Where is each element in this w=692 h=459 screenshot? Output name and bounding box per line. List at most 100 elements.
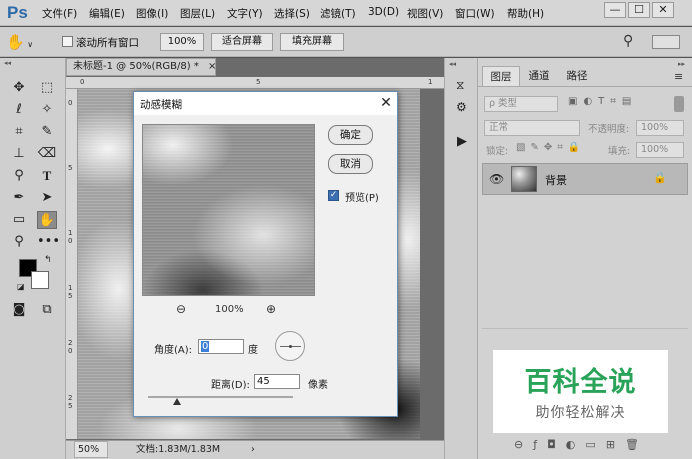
filter-toggle[interactable] — [674, 96, 684, 112]
tab-paths[interactable]: 路径 — [558, 66, 596, 86]
fill-screen-button[interactable]: 填充屏幕 — [280, 33, 344, 51]
move-tool-icon[interactable]: ✥ — [9, 79, 29, 97]
side-dock: ◂◂ ⧖ ⚙ ▶ — [444, 58, 478, 459]
menu-window[interactable]: 窗口(W) — [455, 6, 495, 21]
new-layer-icon[interactable]: ⊞ — [606, 438, 625, 451]
restore-button[interactable]: ☐ — [628, 2, 650, 18]
photoshop-logo: Ps — [7, 3, 28, 22]
close-window-button[interactable]: ✕ — [652, 2, 674, 18]
screen-mode-icon[interactable]: ⧉ — [37, 301, 57, 319]
eyedropper-tool-icon[interactable]: ✎ — [37, 123, 57, 141]
layer-filter-select[interactable]: ρ 类型 — [484, 96, 558, 112]
status-bar: 50% 文档:1.83M/1.83M › — [66, 440, 444, 459]
panel-menu-icon[interactable]: ≡ — [674, 70, 683, 83]
dialog-close-button[interactable]: ✕ — [377, 94, 395, 112]
ruler-mark: 1 — [428, 78, 433, 86]
swap-colors-icon[interactable]: ↰ — [44, 255, 52, 265]
menu-layer[interactable]: 图层(L) — [180, 6, 215, 21]
close-tab-icon[interactable]: × — [208, 61, 216, 72]
lasso-tool-icon[interactable]: ℓ — [9, 101, 29, 119]
angle-label: 角度(A): — [154, 345, 193, 356]
eraser-tool-icon[interactable]: ⌫ — [37, 145, 57, 163]
fill-input[interactable]: 100% — [636, 142, 684, 158]
fx-icon[interactable]: ƒ — [533, 438, 547, 451]
distance-slider-track[interactable] — [148, 396, 293, 398]
history-icon[interactable]: ⧖ — [456, 78, 464, 93]
angle-dial[interactable] — [275, 331, 305, 361]
link-layers-icon[interactable]: ⊖ — [514, 438, 533, 451]
distance-input[interactable]: 45 — [254, 374, 300, 389]
status-menu-icon[interactable]: › — [251, 441, 255, 458]
zoom-tool-icon[interactable]: ⚲ — [9, 233, 29, 251]
ok-button[interactable]: 确定 — [328, 125, 373, 145]
angle-input[interactable]: 0 — [198, 339, 244, 354]
filter-type-icons[interactable]: ▣◐T⌗▤ — [568, 96, 637, 107]
ruler-mark: 2 0 — [68, 339, 73, 355]
hand-tool-icon[interactable]: ✋ — [37, 211, 57, 229]
dodge-tool-icon[interactable]: ⚲ — [9, 167, 29, 185]
panel-expand-icon[interactable]: ▸▸ — [678, 60, 685, 68]
magic-wand-tool-icon[interactable]: ✧ — [37, 101, 57, 119]
menu-image[interactable]: 图像(I) — [136, 6, 168, 21]
menu-help[interactable]: 帮助(H) — [507, 6, 544, 21]
add-mask-icon[interactable]: ◘ — [547, 438, 566, 451]
motion-blur-dialog: 动感模糊 ✕ ⊖ 100% ⊕ 确定 取消 ✓ 预览(P) 角度(A): 0 度… — [133, 91, 398, 417]
menu-edit[interactable]: 编辑(E) — [89, 6, 125, 21]
filter-preview[interactable] — [142, 124, 315, 296]
preview-checkbox[interactable]: ✓ — [328, 190, 339, 201]
search-icon[interactable]: ⚲ — [623, 33, 633, 49]
hand-tool-preset-icon[interactable]: ✋ ∨ — [6, 31, 50, 53]
lock-icons[interactable]: ▧✎✥⌗🔒 — [516, 142, 585, 153]
fit-screen-button[interactable]: 适合屏幕 — [211, 33, 273, 51]
panel-collapse-icon[interactable]: ◂◂ — [4, 59, 11, 67]
workspace-switcher-icon[interactable] — [652, 35, 680, 49]
more-tools-icon[interactable]: ••• — [37, 233, 60, 251]
marquee-tool-icon[interactable]: ⬚ — [37, 79, 57, 97]
dialog-titlebar[interactable]: 动感模糊 ✕ — [134, 92, 397, 115]
distance-slider-thumb[interactable] — [173, 398, 181, 405]
menu-3d[interactable]: 3D(D) — [368, 6, 399, 18]
delete-layer-icon[interactable]: 🗑 — [625, 438, 649, 451]
zoom-level[interactable]: 50% — [74, 441, 108, 458]
scroll-all-windows-checkbox[interactable] — [62, 36, 73, 47]
dock-collapse-icon[interactable]: ◂◂ — [449, 60, 456, 68]
preview-label: 预览(P) — [345, 193, 379, 204]
menu-view[interactable]: 视图(V) — [407, 6, 443, 21]
tab-channels[interactable]: 通道 — [520, 66, 558, 86]
pen-tool-icon[interactable]: ✒ — [9, 189, 29, 207]
angle-unit: 度 — [248, 345, 258, 356]
shape-tool-icon[interactable]: ▭ — [9, 211, 29, 229]
dialog-title: 动感模糊 — [140, 99, 182, 111]
layer-row[interactable]: 👁 背景 🔒 — [482, 163, 688, 195]
type-tool-icon[interactable]: T — [37, 167, 57, 185]
menu-filter[interactable]: 滤镜(T) — [320, 6, 356, 21]
menu-file[interactable]: 文件(F) — [42, 6, 77, 21]
tab-layers[interactable]: 图层 — [482, 66, 520, 86]
zoom-in-icon[interactable]: ⊕ — [266, 302, 276, 316]
minimize-button[interactable]: — — [604, 2, 626, 18]
opacity-input[interactable]: 100% — [636, 120, 684, 136]
document-tab[interactable]: 未标题-1 @ 50%(RGB/8) * × — [66, 58, 216, 76]
quick-mask-icon[interactable]: ◙ — [9, 301, 29, 319]
zoom-out-icon[interactable]: ⊖ — [176, 302, 186, 316]
default-colors-icon[interactable]: ◪ — [17, 282, 25, 291]
adjustment-layer-icon[interactable]: ◐ — [566, 438, 586, 451]
opacity-label: 不透明度: — [588, 124, 630, 135]
path-select-tool-icon[interactable]: ➤ — [37, 189, 57, 207]
ruler-mark: 0 — [80, 78, 85, 86]
stamp-tool-icon[interactable]: ⊥ — [9, 145, 29, 163]
properties-icon[interactable]: ⚙ — [456, 100, 467, 114]
new-group-icon[interactable]: ▭ — [585, 438, 605, 451]
cancel-button[interactable]: 取消 — [328, 154, 373, 174]
crop-tool-icon[interactable]: ⌗ — [9, 123, 29, 141]
menu-select[interactable]: 选择(S) — [274, 6, 310, 21]
ruler-mark: 1 5 — [68, 284, 73, 300]
lock-label: 锁定: — [486, 146, 509, 157]
blend-mode-select[interactable]: 正常 — [484, 120, 580, 136]
background-color-swatch[interactable] — [31, 271, 49, 289]
eye-visibility-icon[interactable]: 👁 — [489, 172, 504, 186]
zoom-100-button[interactable]: 100% — [160, 33, 204, 51]
actions-play-icon[interactable]: ▶ — [457, 134, 467, 149]
layer-name[interactable]: 背景 — [545, 172, 567, 188]
menu-type[interactable]: 文字(Y) — [227, 6, 263, 21]
